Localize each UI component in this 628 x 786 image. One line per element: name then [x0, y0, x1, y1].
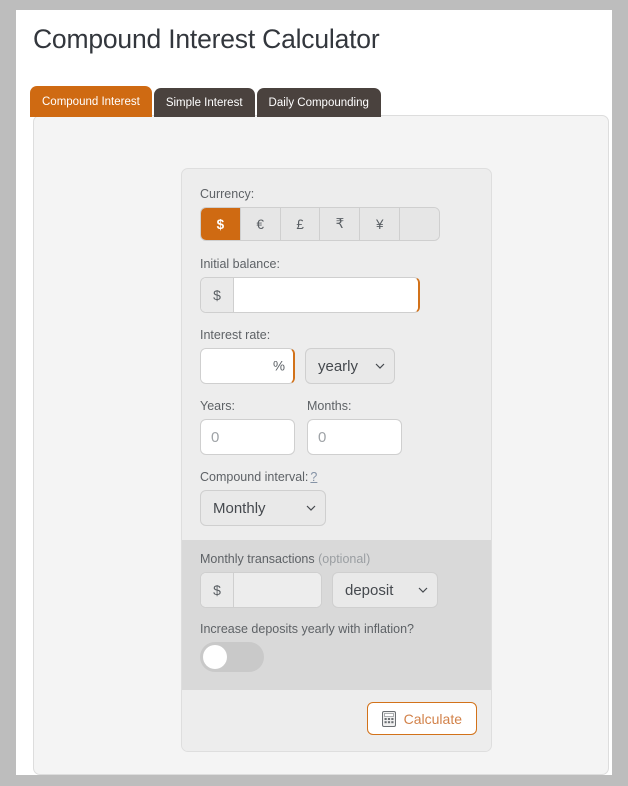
months-input[interactable]	[307, 419, 402, 455]
page-title: Compound Interest Calculator	[33, 24, 380, 54]
monthly-transactions-text: Monthly transactions	[200, 552, 315, 566]
optional-note: (optional)	[318, 552, 371, 566]
compound-interval-select[interactable]: Monthly	[200, 490, 326, 526]
tab-label: Simple Interest	[165, 96, 243, 109]
help-question-icon[interactable]: ?	[310, 470, 317, 484]
monthly-transactions-label: Monthly transactions (optional)	[200, 552, 473, 566]
transaction-type-value: deposit	[345, 581, 394, 599]
tab-content-panel: Currency: $ € £ ₹ ¥ Initial balance: $ I…	[33, 115, 609, 775]
years-input[interactable]	[200, 419, 295, 455]
currency-option-none[interactable]	[400, 208, 439, 240]
initial-balance-label: Initial balance:	[200, 257, 280, 271]
toggle-knob	[203, 645, 227, 669]
tab-label: Daily Compounding	[268, 96, 369, 109]
currency-option-inr[interactable]: ₹	[320, 208, 361, 240]
inflation-toggle[interactable]	[200, 642, 264, 672]
rate-period-value: yearly	[318, 357, 359, 375]
main-inputs-section: Currency: $ € £ ₹ ¥ Initial balance: $ I…	[182, 169, 491, 540]
initial-balance-group: $	[200, 277, 420, 313]
form-footer: Calculate	[182, 690, 491, 751]
transaction-amount-input[interactable]	[234, 573, 321, 607]
currency-label: Currency:	[200, 187, 255, 201]
months-field-wrap: Months:	[307, 399, 402, 455]
tab-compound-interest[interactable]: Compound Interest	[30, 86, 152, 117]
interest-rate-row: % yearly	[200, 348, 473, 384]
transactions-row: $ deposit	[200, 572, 473, 608]
chevron-down-icon	[306, 503, 316, 513]
interest-rate-label: Interest rate:	[200, 328, 271, 342]
tab-simple-interest[interactable]: Simple Interest	[153, 88, 255, 117]
calculate-label: Calculate	[403, 710, 462, 727]
months-label: Months:	[307, 399, 352, 413]
tab-daily-compounding[interactable]: Daily Compounding	[256, 88, 381, 117]
currency-selector: $ € £ ₹ ¥	[200, 207, 440, 241]
currency-prefix-icon: $	[201, 278, 234, 312]
transaction-type-select[interactable]: deposit	[332, 572, 438, 608]
rate-period-select[interactable]: yearly	[305, 348, 395, 384]
currency-prefix-icon: $	[201, 573, 234, 607]
calculator-icon	[381, 710, 396, 727]
tab-label: Compound Interest	[42, 95, 140, 108]
compound-interval-value: Monthly	[213, 499, 266, 517]
calculate-button[interactable]: Calculate	[366, 702, 477, 735]
currency-option-usd[interactable]: $	[201, 208, 241, 240]
years-label: Years:	[200, 399, 235, 413]
tab-bar: Compound Interest Simple Interest Daily …	[30, 86, 383, 117]
calculator-form: Currency: $ € £ ₹ ¥ Initial balance: $ I…	[181, 168, 492, 752]
inflation-label: Increase deposits yearly with inflation?	[200, 622, 415, 636]
interest-rate-input[interactable]	[201, 349, 293, 383]
initial-balance-input[interactable]	[234, 278, 418, 312]
chevron-down-icon	[375, 361, 385, 371]
monthly-transactions-section: Monthly transactions (optional) $ deposi…	[182, 540, 491, 690]
compound-interval-text: Compound interval:	[200, 470, 309, 484]
currency-option-gbp[interactable]: £	[280, 208, 321, 240]
currency-option-jpy[interactable]: ¥	[360, 208, 401, 240]
transaction-amount-group: $	[200, 572, 322, 608]
interest-rate-group: %	[200, 348, 295, 384]
content-card: Compound Interest Calculator Compound In…	[16, 10, 612, 775]
currency-option-eur[interactable]: €	[240, 208, 281, 240]
years-field-wrap: Years:	[200, 399, 295, 455]
duration-row: Years: Months:	[200, 399, 473, 455]
chevron-down-icon	[418, 585, 428, 595]
compound-interval-label: Compound interval:?	[200, 470, 473, 484]
